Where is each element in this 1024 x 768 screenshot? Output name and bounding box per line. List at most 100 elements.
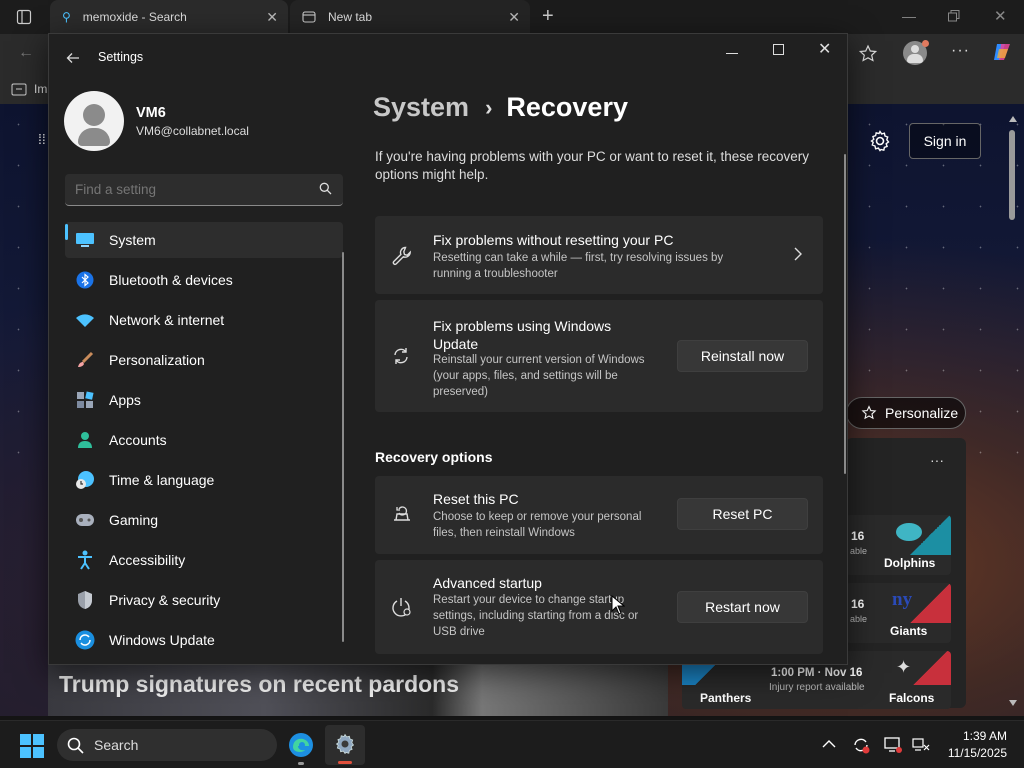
nav-item-gaming[interactable]: Gaming (65, 502, 343, 538)
browser-close-icon[interactable]: ✕ (994, 7, 1007, 25)
team-name: Giants (890, 624, 928, 638)
more-menu-icon[interactable]: ··· (951, 42, 970, 60)
nav-label: Windows Update (109, 632, 215, 648)
avatar[interactable] (64, 91, 124, 151)
msn-personalize-button[interactable]: Personalize (846, 397, 966, 429)
clock-time[interactable]: 1:39 AM (947, 729, 1007, 743)
apps-icon (75, 390, 95, 410)
game-time: 1:00 PM · Nov 16 (771, 667, 863, 679)
nav-item-personalization[interactable]: Personalization (65, 342, 343, 378)
msn-apps-icon[interactable]: ⁞⁞ (38, 131, 46, 147)
system-icon (75, 230, 95, 250)
breadcrumb-parent[interactable]: System (373, 92, 469, 123)
clock-globe-icon (75, 470, 95, 490)
tray-network-disconnected-icon[interactable] (911, 735, 931, 755)
favorites-item-partial[interactable]: Im (34, 82, 47, 96)
tray-chevron-up-icon[interactable] (822, 739, 836, 749)
advanced-startup-card: Advanced startup Restart your device to … (375, 560, 823, 654)
sign-in-label: Sign in (923, 133, 967, 149)
sports-more-icon[interactable]: ··· (930, 452, 944, 468)
tab-actions-icon[interactable] (16, 9, 32, 25)
game-card-dolphins[interactable]: 16 able Dolphins (846, 515, 951, 575)
falcons-logo-icon: ✦ (896, 657, 912, 677)
settings-window: Settings ✕ VM6 VM6@collabnet.local Syste… (48, 33, 848, 665)
nav-scrollbar[interactable] (342, 252, 344, 642)
update-icon (75, 630, 95, 650)
recovery-options-header: Recovery options (375, 449, 493, 465)
nav-item-network[interactable]: Network & internet (65, 302, 343, 338)
back-button[interactable] (65, 50, 81, 66)
nav-label: Bluetooth & devices (109, 272, 233, 288)
edge-app-icon[interactable] (288, 732, 314, 765)
card-description: Restart your device to change startup se… (433, 594, 639, 638)
mouse-cursor-icon (611, 595, 625, 615)
browser-minimize-icon[interactable]: — (902, 8, 916, 24)
game-score-partial: 16 (851, 597, 865, 611)
settings-nav: System Bluetooth & devices Network & int… (49, 222, 359, 662)
nav-item-system[interactable]: System (65, 222, 343, 258)
chevron-right-icon[interactable] (793, 246, 803, 262)
close-tab-icon[interactable]: ✕ (508, 9, 520, 26)
intro-text: If you're having problems with your PC o… (375, 149, 810, 182)
game-card-giants[interactable]: ny 16 able Giants (846, 583, 951, 643)
search-icon: ⚲ (62, 10, 71, 24)
reset-pc-icon (391, 503, 413, 525)
nav-item-apps[interactable]: Apps (65, 382, 343, 418)
nav-item-accounts[interactable]: Accounts (65, 422, 343, 458)
window-maximize-icon[interactable] (773, 44, 784, 55)
nav-item-accessibility[interactable]: Accessibility (65, 542, 343, 578)
nav-item-privacy[interactable]: Privacy & security (65, 582, 343, 618)
favorites-folder-icon[interactable] (11, 81, 27, 97)
game-score-partial: 16 (851, 529, 865, 543)
start-button[interactable] (20, 734, 44, 758)
close-tab-icon[interactable]: ✕ (266, 9, 278, 26)
find-setting-search[interactable] (65, 174, 343, 206)
tab-memoxide-search[interactable]: ⚲ memoxide - Search ✕ (50, 0, 288, 34)
restart-now-button[interactable]: Restart now (677, 591, 808, 623)
shield-icon (75, 590, 95, 610)
favorites-star-icon[interactable] (858, 44, 878, 64)
copilot-icon[interactable] (991, 41, 1013, 63)
nav-item-windows-update[interactable]: Windows Update (65, 622, 343, 658)
settings-app-taskbar-icon[interactable] (325, 725, 365, 765)
nav-item-time-language[interactable]: Time & language (65, 462, 343, 498)
breadcrumb-chevron-icon: › (485, 94, 493, 120)
tab-new-tab[interactable]: New tab ✕ (290, 0, 530, 34)
troubleshooter-card[interactable]: Fix problems without resetting your PC R… (375, 216, 823, 294)
game-status-partial: able (850, 546, 868, 556)
browser-tab-bar: ⚲ memoxide - Search ✕ New tab ✕ + — ✕ (0, 0, 1024, 34)
news-headline[interactable]: Trump signatures on recent pardons (59, 671, 459, 698)
taskbar-search-box[interactable]: Search (57, 729, 277, 761)
dolphins-logo-icon (896, 523, 922, 541)
personalize-label: Personalize (885, 405, 959, 421)
nav-label: Privacy & security (109, 592, 221, 608)
nav-label: Accessibility (109, 552, 186, 568)
window-minimize-icon[interactable] (726, 53, 738, 54)
taskbar: Search 1:39 AM 11/15/2025 (0, 720, 1024, 768)
browser-restore-icon[interactable] (948, 10, 960, 22)
tray-display-icon[interactable] (883, 735, 903, 755)
sync-icon (391, 346, 411, 366)
window-close-icon[interactable]: ✕ (818, 39, 831, 59)
back-arrow-icon[interactable]: ← (18, 44, 34, 62)
msn-sign-in-button[interactable]: Sign in (909, 123, 981, 159)
tray-sync-icon[interactable] (851, 735, 871, 755)
nav-label: Gaming (109, 512, 159, 528)
nav-item-bluetooth[interactable]: Bluetooth & devices (65, 262, 343, 298)
reset-pc-button[interactable]: Reset PC (677, 498, 808, 530)
msn-settings-gear-icon[interactable] (868, 129, 892, 153)
profile-avatar-icon[interactable] (903, 40, 929, 65)
breadcrumb: System › Recovery (373, 92, 628, 123)
card-title: Fix problems using Windows Update (433, 318, 612, 352)
game-status-partial: able (850, 614, 868, 624)
clock-date[interactable]: 11/15/2025 (937, 746, 1007, 760)
reset-pc-card: Reset this PC Choose to keep or remove y… (375, 476, 823, 554)
msn-scrollbar[interactable] (1008, 112, 1018, 712)
search-input[interactable] (65, 174, 305, 204)
reinstall-now-button[interactable]: Reinstall now (677, 340, 808, 372)
content-scrollbar[interactable] (844, 154, 846, 474)
new-tab-plus-icon[interactable]: + (542, 5, 554, 28)
search-icon[interactable] (319, 182, 332, 195)
settings-app-title: Settings (98, 50, 144, 64)
brush-icon (75, 350, 95, 370)
